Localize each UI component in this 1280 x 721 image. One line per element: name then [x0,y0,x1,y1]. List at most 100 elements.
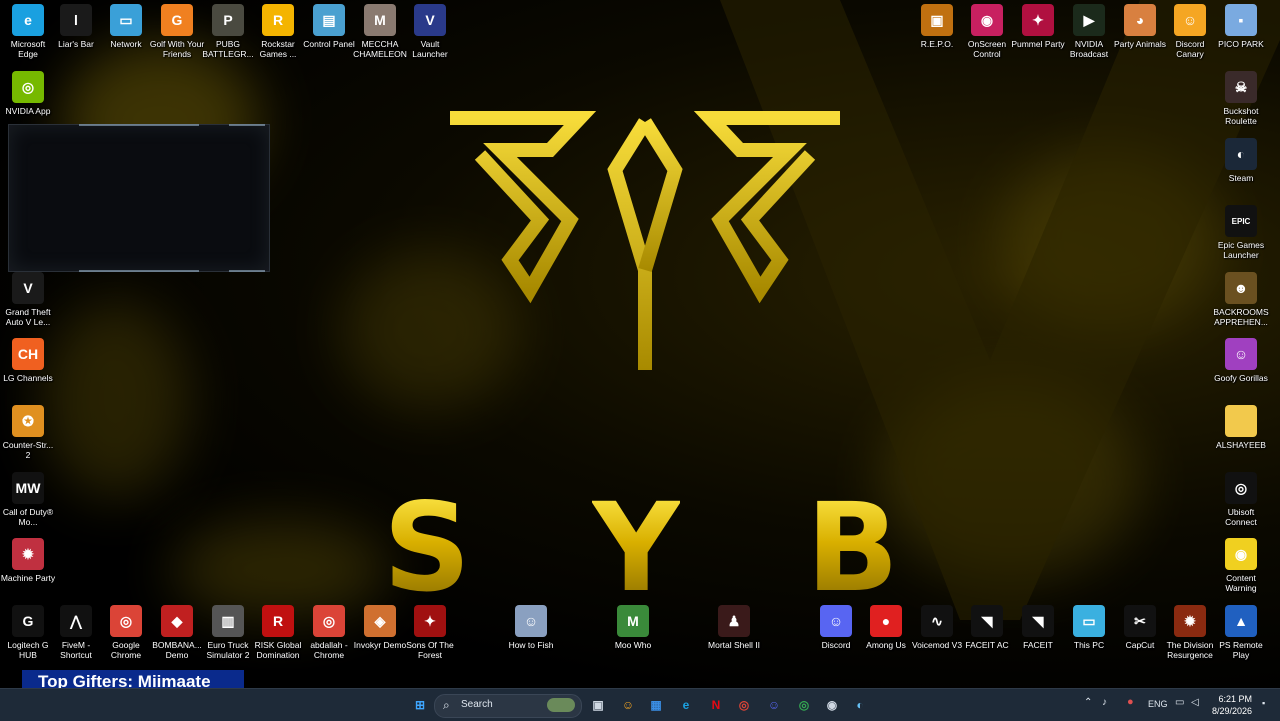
desktop-shortcut[interactable]: ● Among Us [858,605,914,650]
chrome-taskbar-icon[interactable]: ◎ [734,695,754,715]
desktop-shortcut[interactable]: ◎ Google Chrome [98,605,154,660]
desktop-shortcut[interactable]: G Golf With Your Friends [149,4,205,59]
desktop-shortcut[interactable]: M Moo Who [605,605,661,650]
desktop-shortcut[interactable]: ✦ Sons Of The Forest [402,605,458,660]
desktop-shortcut[interactable]: ✪ Counter-Str... 2 [0,405,56,460]
notifications-icon[interactable]: ▪ [1262,698,1265,708]
obs-icon[interactable]: ◉ [822,695,842,715]
desktop-shortcut[interactable]: ▣ R.E.P.O. [909,4,965,49]
edge-taskbar-icon[interactable]: e [676,695,696,715]
voicemod-icon: ∿ [921,605,953,637]
wifi-tray-icon[interactable]: ▭ [1175,697,1184,708]
desktop-shortcut-label: Moo Who [614,640,652,650]
desktop-shortcut[interactable]: ◎ NVIDIA App [0,71,56,116]
pico-park-icon: ▪ [1225,4,1257,36]
desktop-shortcut[interactable]: ◎ abdallah - Chrome [301,605,357,660]
desktop-shortcut[interactable]: R RISK Global Domination [250,605,306,660]
desktop-shortcut[interactable]: EPIC Epic Games Launcher [1213,205,1269,260]
machine-party-icon: ✹ [12,538,44,570]
wallpaper-letter-b: B [806,477,899,619]
desktop-shortcut[interactable]: ∿ Voicemod V3 [909,605,965,650]
mortal-shell-icon: ♟ [718,605,750,637]
chrome-profile-taskbar-icon[interactable]: ◎ [794,695,814,715]
desktop-shortcut-label: Grand Theft Auto V Le... [5,307,51,327]
desktop-shortcut[interactable]: ▶ NVIDIA Broadcast [1061,4,1117,59]
discord-canary-taskbar-icon[interactable]: ☺ [618,695,638,715]
desktop-shortcut[interactable]: ▲ PS Remote Play [1213,605,1269,660]
desktop-shortcut-label: Among Us [866,640,906,650]
desktop-shortcut[interactable]: ◆ BOMBANA... Demo [149,605,205,660]
desktop-shortcut[interactable]: ◥ FACEIT AC [959,605,1015,650]
rockstar-icon: R [262,4,294,36]
desktop-shortcut[interactable]: l Liar's Bar [48,4,104,49]
desktop-shortcut-label: NVIDIA App [5,106,51,116]
desktop-shortcut-label: PUBG BATTLEGR... [202,39,254,59]
microsoft-store-icon[interactable]: ▦ [646,695,666,715]
nvidia-app-icon: ◎ [12,71,44,103]
network-tray-icon[interactable]: ♪ [1102,697,1107,708]
desktop-shortcut[interactable]: ◉ Content Warning [1213,538,1269,593]
desktop-shortcut-label: CapCut [1125,640,1155,650]
desktop-shortcut[interactable]: CH LG Channels [0,338,56,383]
capcut-icon: ✂ [1124,605,1156,637]
desktop-shortcut-label: BOMBANA... Demo [152,640,202,660]
language-indicator[interactable]: ENG [1148,699,1168,709]
desktop-shortcut[interactable]: ✦ Pummel Party [1010,4,1066,49]
desktop-shortcut-label: Liar's Bar [58,39,94,49]
desktop-shortcut[interactable]: ALSHAYEEB [1213,405,1269,450]
netflix-icon[interactable]: N [706,695,726,715]
desktop-shortcut[interactable]: ☻ BACKROOMS APPREHEN... [1213,272,1269,327]
desktop-shortcut[interactable]: ☠ Buckshot Roulette [1213,71,1269,126]
desktop-shortcut[interactable]: V Vault Launcher [402,4,458,59]
desktop-shortcut[interactable]: ◐ Steam [1213,138,1269,183]
desktop-shortcut-label: Epic Games Launcher [1217,240,1265,260]
show-hidden-icons-button[interactable]: ⌃ [1084,697,1092,708]
discord-taskbar-icon[interactable]: ☺ [764,695,784,715]
desktop-shortcut[interactable]: ✂ CapCut [1112,605,1168,650]
desktop-shortcut[interactable]: ◎ Ubisoft Connect [1213,472,1269,527]
desktop-shortcut-label: BACKROOMS APPREHEN... [1213,307,1269,327]
desktop-shortcut[interactable]: ▤ Control Panel [301,4,357,49]
desktop-shortcut[interactable]: P PUBG BATTLEGR... [200,4,256,59]
desktop-shortcut[interactable]: ⋀ FiveM - Shortcut [48,605,104,660]
desktop-shortcut[interactable]: ♟ Mortal Shell II [706,605,762,650]
desktop-shortcut-label: Vault Launcher [412,39,448,59]
desktop-shortcut[interactable]: ◕ Party Animals [1112,4,1168,49]
desktop-shortcut[interactable]: ☺ Discord Canary [1162,4,1218,59]
desktop-shortcut-label: Steam [1228,173,1254,183]
desktop-shortcut-label: Machine Party [0,573,56,583]
windows-start-icon[interactable]: ⊞ [410,695,430,715]
desktop-shortcut-label: Counter-Str... 2 [2,440,54,460]
desktop-shortcut[interactable]: MW Call of Duty® Mo... [0,472,56,527]
steam-taskbar-icon[interactable]: ◐ [850,695,870,715]
taskbar-search-box[interactable]: ⌕ Search [434,694,582,718]
desktop-shortcut[interactable]: V Grand Theft Auto V Le... [0,272,56,327]
desktop-shortcut[interactable]: ✹ The Division Resurgence [1162,605,1218,660]
desktop-shortcut[interactable]: ☺ Goofy Gorillas [1213,338,1269,383]
onscreen-control-icon: ◉ [971,4,1003,36]
desktop-shortcut-label: Sons Of The Forest [406,640,454,660]
desktop-shortcut-label: ALSHAYEEB [1216,440,1266,450]
desktop-shortcut[interactable]: ◉ OnScreen Control [959,4,1015,59]
call-of-duty-icon: MW [12,472,44,504]
desktop-shortcut[interactable]: ◥ FACEIT [1010,605,1066,650]
wallpaper-letter-s: S [383,477,471,619]
chrome-icon: ◎ [110,605,142,637]
desktop-shortcut[interactable]: M MECCHA CHAMELEON [352,4,408,59]
meccha-chameleon-icon: M [364,4,396,36]
task-view-icon[interactable]: ▣ [588,695,608,715]
euro-truck-icon: ▥ [212,605,244,637]
desktop-shortcut[interactable]: ▪ PICO PARK [1213,4,1269,49]
search-highlight-icon [547,698,575,712]
desktop-shortcut[interactable]: ✹ Machine Party [0,538,56,583]
microphone-tray-icon[interactable]: ● [1127,696,1134,708]
desktop-shortcut[interactable]: ☺ Discord [808,605,864,650]
clock[interactable]: 6:21 PM 8/29/2026 [1204,693,1252,717]
volume-tray-icon[interactable]: ◁ [1191,697,1199,708]
desktop-shortcut[interactable]: ▥ Euro Truck Simulator 2 [200,605,256,660]
desktop-shortcut[interactable]: R Rockstar Games ... [250,4,306,59]
desktop-shortcut[interactable]: ▭ Network [98,4,154,49]
desktop-shortcut[interactable]: ◈ Invokyr Demo [352,605,408,650]
desktop-shortcut[interactable]: ▭ This PC [1061,605,1117,650]
desktop-shortcut[interactable]: ☺ How to Fish [503,605,559,650]
